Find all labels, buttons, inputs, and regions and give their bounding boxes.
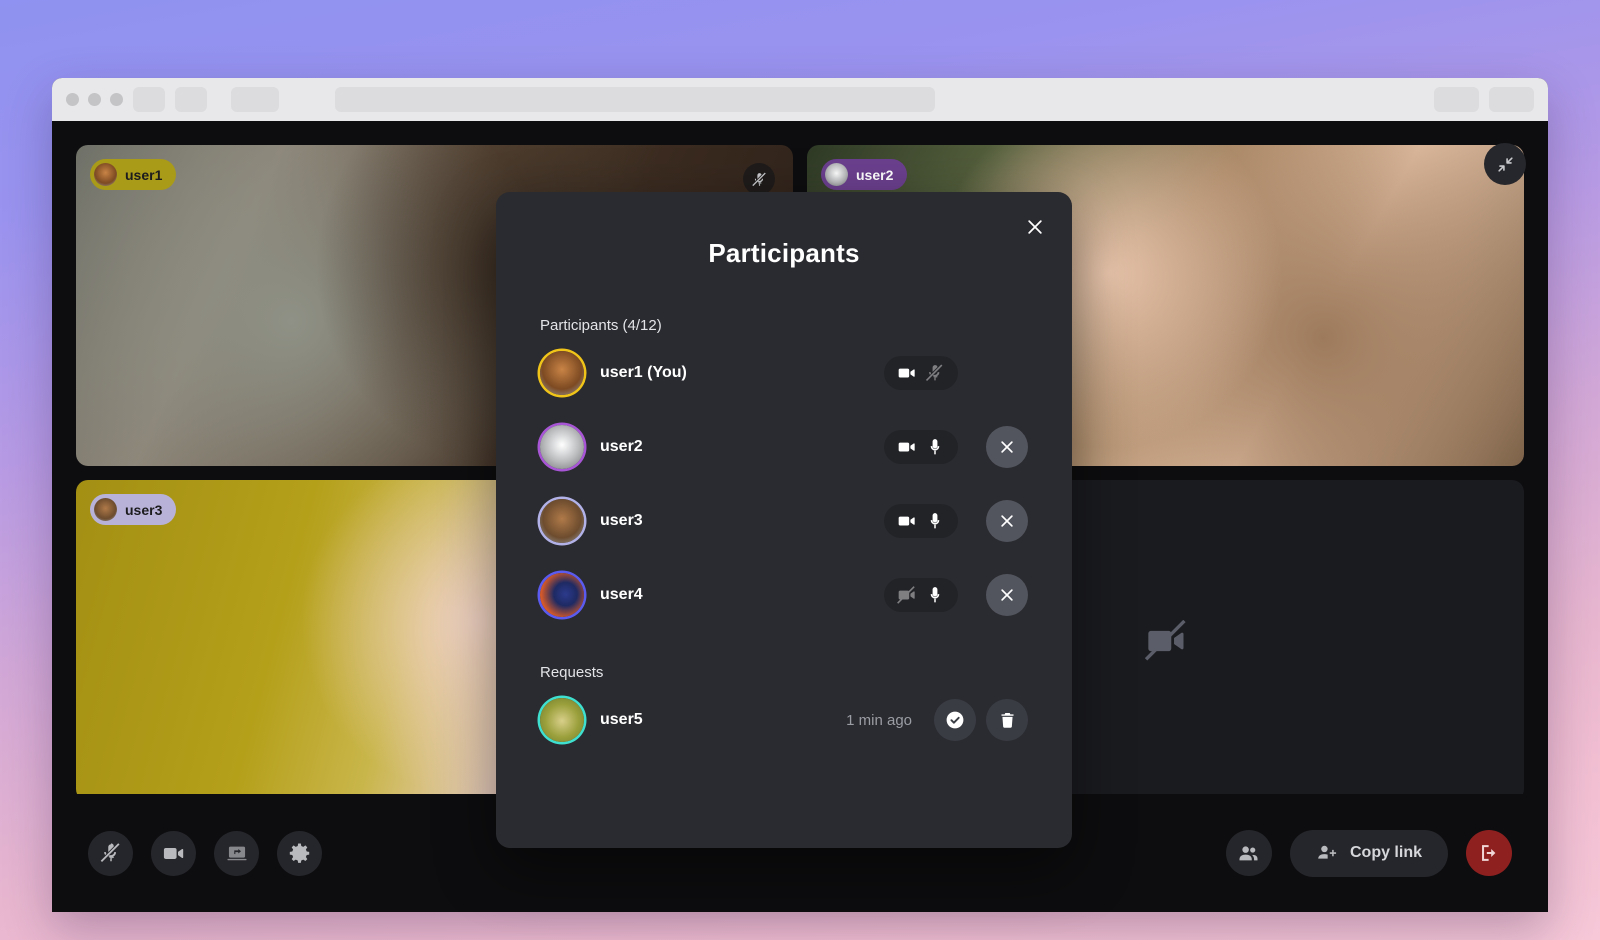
mic-off-icon bbox=[100, 843, 120, 863]
approve-request-button[interactable] bbox=[934, 699, 976, 741]
mic-off-icon bbox=[925, 364, 943, 382]
media-status-pill bbox=[884, 430, 958, 464]
settings-button[interactable] bbox=[277, 830, 322, 876]
participant-row[interactable]: user4 bbox=[540, 558, 1028, 632]
browser-tab-placeholder[interactable] bbox=[231, 87, 279, 112]
name-badge-user3: user3 bbox=[90, 494, 177, 525]
avatar bbox=[94, 498, 117, 521]
minimize-window-dot[interactable] bbox=[88, 93, 101, 106]
mic-icon bbox=[930, 513, 940, 529]
name-badge-label: user1 bbox=[125, 166, 163, 183]
gear-icon bbox=[289, 843, 310, 863]
participant-name: user4 bbox=[600, 586, 643, 603]
trash-icon bbox=[1000, 712, 1014, 728]
avatar bbox=[540, 351, 584, 395]
camera-toggle-button[interactable] bbox=[151, 830, 196, 876]
request-name: user5 bbox=[600, 711, 643, 728]
check-circle-icon bbox=[946, 711, 964, 729]
camera-icon bbox=[163, 847, 184, 859]
avatar bbox=[540, 425, 584, 469]
participant-row[interactable]: user1 (You) bbox=[540, 336, 1028, 410]
copy-link-label: Copy link bbox=[1349, 844, 1422, 861]
camera-off-icon bbox=[1144, 619, 1186, 660]
participant-row[interactable]: user3 bbox=[540, 484, 1028, 558]
remove-participant-button[interactable] bbox=[986, 500, 1028, 542]
camera-icon bbox=[898, 516, 915, 526]
collapse-icon[interactable] bbox=[1484, 143, 1526, 185]
mic-icon bbox=[930, 439, 940, 455]
leave-call-button[interactable] bbox=[1466, 830, 1512, 876]
mic-toggle-button[interactable] bbox=[88, 830, 133, 876]
deny-request-button[interactable] bbox=[986, 699, 1028, 741]
avatar bbox=[825, 163, 848, 186]
participant-name: user1 (You) bbox=[600, 364, 687, 381]
people-icon bbox=[1239, 845, 1258, 860]
browser-menu-button[interactable] bbox=[1489, 87, 1534, 112]
participant-row[interactable]: user2 bbox=[540, 410, 1028, 484]
media-status-pill bbox=[884, 578, 958, 612]
media-status-pill bbox=[884, 356, 958, 390]
camera-icon bbox=[898, 368, 915, 378]
avatar bbox=[540, 698, 584, 742]
name-badge-label: user2 bbox=[856, 166, 894, 183]
requests-section-label: Requests bbox=[540, 664, 604, 681]
person-add-icon bbox=[1318, 845, 1337, 859]
camera-off-icon bbox=[897, 586, 915, 604]
browser-toolbar-right bbox=[1434, 87, 1534, 112]
remove-placeholder bbox=[986, 352, 1028, 394]
name-badge-user1: user1 bbox=[90, 159, 177, 190]
controls-right: Copy link bbox=[1225, 829, 1512, 877]
close-window-dot[interactable] bbox=[66, 93, 79, 106]
participants-section-label: Participants (4/12) bbox=[540, 317, 662, 334]
close-icon[interactable] bbox=[1020, 212, 1050, 242]
browser-chrome bbox=[52, 78, 1548, 121]
leave-call-icon bbox=[1482, 845, 1496, 861]
avatar bbox=[94, 163, 117, 186]
traffic-lights bbox=[66, 93, 123, 106]
camera-icon bbox=[898, 442, 915, 452]
remove-participant-button[interactable] bbox=[986, 574, 1028, 616]
remove-participant-button[interactable] bbox=[986, 426, 1028, 468]
participants-modal: Participants Participants (4/12) user1 (… bbox=[496, 192, 1072, 848]
avatar bbox=[540, 573, 584, 617]
name-badge-user2: user2 bbox=[821, 159, 908, 190]
participant-name: user3 bbox=[600, 512, 643, 529]
name-badge-label: user3 bbox=[125, 501, 163, 518]
browser-back-button[interactable] bbox=[133, 87, 165, 112]
request-row[interactable]: user5 1 min ago bbox=[540, 683, 1028, 757]
browser-address-bar[interactable] bbox=[335, 87, 935, 112]
page-title: Participants bbox=[708, 238, 860, 268]
maximize-window-dot[interactable] bbox=[110, 93, 123, 106]
media-status-pill bbox=[884, 504, 958, 538]
request-actions bbox=[934, 699, 1028, 741]
avatar bbox=[540, 499, 584, 543]
controls-left bbox=[88, 830, 322, 876]
copy-link-button[interactable]: Copy link bbox=[1289, 829, 1448, 877]
participant-name: user2 bbox=[600, 438, 643, 455]
tile-mute-indicator-user1 bbox=[743, 163, 775, 195]
screen-share-icon bbox=[226, 846, 247, 861]
browser-extension-button[interactable] bbox=[1434, 87, 1479, 112]
screen-share-button[interactable] bbox=[214, 830, 259, 876]
mic-icon bbox=[930, 587, 940, 603]
participants-button[interactable] bbox=[1225, 830, 1272, 876]
browser-forward-button[interactable] bbox=[175, 87, 207, 112]
request-timestamp: 1 min ago bbox=[846, 711, 912, 729]
